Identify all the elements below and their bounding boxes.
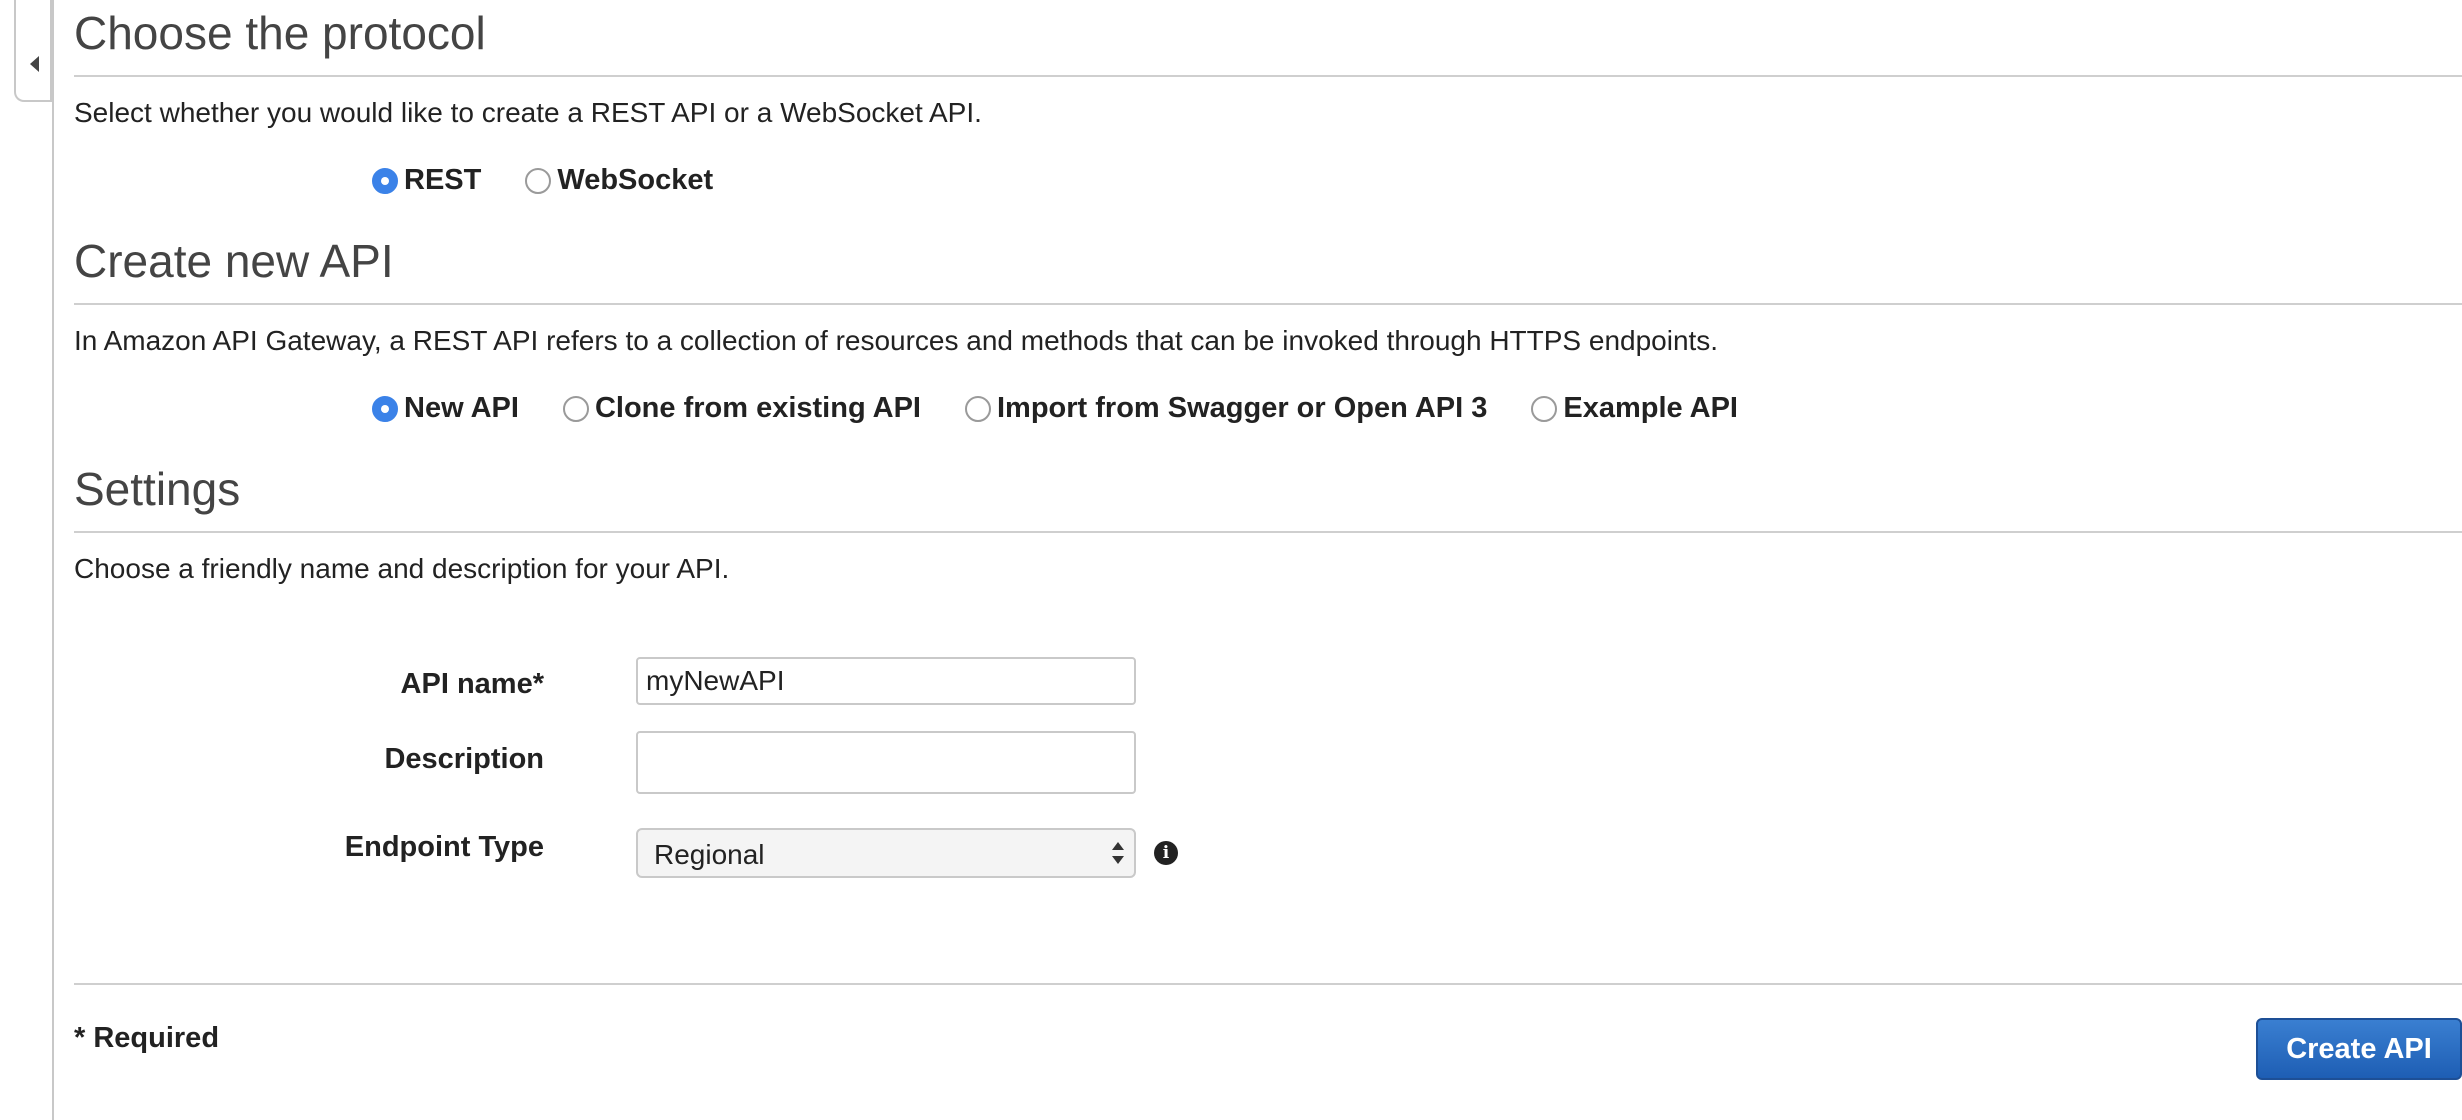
create-api-divider [74, 303, 2462, 305]
create-api-button[interactable]: Create API [2256, 1018, 2462, 1080]
settings-heading: Settings [74, 463, 241, 515]
radio-rest-circle[interactable] [372, 167, 398, 194]
select-arrows-icon [1112, 840, 1124, 868]
radio-websocket[interactable]: WebSocket [525, 166, 713, 195]
radio-websocket-circle[interactable] [525, 167, 552, 194]
description-input[interactable] [636, 731, 1136, 794]
radio-rest[interactable]: REST [372, 166, 481, 195]
radio-new-api[interactable]: New API [372, 394, 519, 423]
protocol-radio-group: REST WebSocket [372, 166, 757, 195]
settings-description: Choose a friendly name and description f… [74, 553, 730, 584]
radio-example-api[interactable]: Example API [1531, 394, 1738, 423]
caret-left-icon [30, 56, 39, 72]
required-note: * Required [74, 1022, 220, 1054]
sidebar-collapse-toggle[interactable] [14, 0, 52, 102]
radio-new-api-label: New API [404, 392, 519, 424]
radio-example-api-label: Example API [1563, 392, 1738, 424]
sidebar-divider [52, 0, 54, 1120]
radio-clone-api-label: Clone from existing API [594, 392, 921, 424]
radio-new-api-circle[interactable] [372, 395, 398, 422]
protocol-heading: Choose the protocol [74, 7, 486, 59]
radio-rest-label: REST [404, 164, 482, 196]
endpoint-type-label: Endpoint Type [344, 831, 544, 863]
radio-websocket-label: WebSocket [557, 164, 714, 196]
radio-clone-api[interactable]: Clone from existing API [562, 392, 921, 424]
api-name-label: API name* [400, 668, 544, 700]
endpoint-type-value: Regional [654, 839, 765, 870]
create-api-radio-group: New API Clone from existing API Import f… [372, 394, 1782, 423]
radio-import-swagger-label: Import from Swagger or Open API 3 [996, 392, 1488, 424]
create-api-description: In Amazon API Gateway, a REST API refers… [74, 325, 1719, 356]
description-label: Description [384, 743, 544, 775]
create-api-heading: Create new API [74, 235, 394, 287]
settings-divider [74, 531, 2462, 533]
protocol-description: Select whether you would like to create … [74, 97, 982, 128]
radio-import-swagger-circle[interactable] [964, 395, 991, 422]
info-icon[interactable]: i [1154, 841, 1178, 865]
api-name-input[interactable] [636, 657, 1136, 705]
radio-import-swagger[interactable]: Import from Swagger or Open API 3 [964, 392, 1488, 424]
endpoint-type-select[interactable]: Regional [636, 828, 1136, 878]
footer-divider [74, 983, 2462, 985]
radio-clone-api-circle[interactable] [562, 395, 589, 422]
protocol-divider [74, 75, 2462, 77]
radio-example-api-circle[interactable] [1531, 395, 1558, 422]
